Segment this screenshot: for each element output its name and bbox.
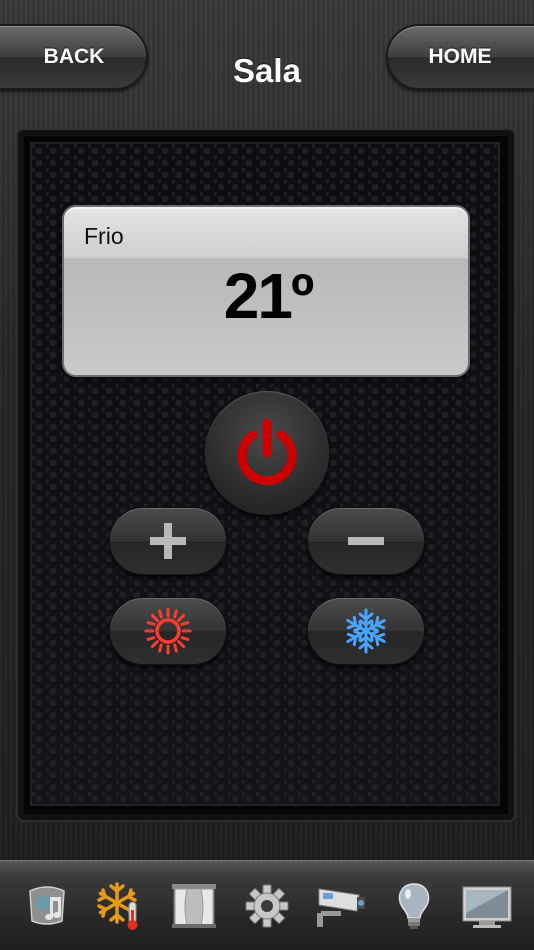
sun-icon <box>144 607 192 655</box>
home-button-label: HOME <box>428 45 492 68</box>
nav-tv[interactable] <box>459 878 515 934</box>
increase-temp-button[interactable] <box>109 507 227 575</box>
heat-mode-button[interactable] <box>109 597 227 665</box>
minus-icon <box>348 537 384 545</box>
nav-climate[interactable] <box>92 878 148 934</box>
nav-lighting[interactable] <box>386 878 442 934</box>
curtain-icon <box>171 883 216 928</box>
decrease-temp-button[interactable] <box>307 507 425 575</box>
camera-icon <box>317 887 366 927</box>
power-icon <box>237 418 297 486</box>
temperature-value: 21º <box>223 260 315 332</box>
gear-icon <box>245 884 289 927</box>
nav-music[interactable] <box>19 878 75 934</box>
climate-icon <box>97 881 138 930</box>
bottom-nav-bar <box>0 860 534 950</box>
temperature-display: Frio 21º <box>62 205 470 377</box>
snowflake-icon <box>346 608 386 654</box>
nav-camera[interactable] <box>312 878 368 934</box>
plus-icon <box>150 523 186 559</box>
mode-label: Frio <box>84 223 124 249</box>
bulb-icon <box>398 882 430 929</box>
power-button[interactable] <box>205 391 329 515</box>
nav-curtains[interactable] <box>166 878 222 934</box>
music-icon <box>28 885 65 925</box>
cool-mode-button[interactable] <box>307 597 425 665</box>
tv-icon <box>462 886 512 928</box>
home-button[interactable]: HOME <box>386 24 534 90</box>
nav-settings[interactable] <box>239 878 295 934</box>
